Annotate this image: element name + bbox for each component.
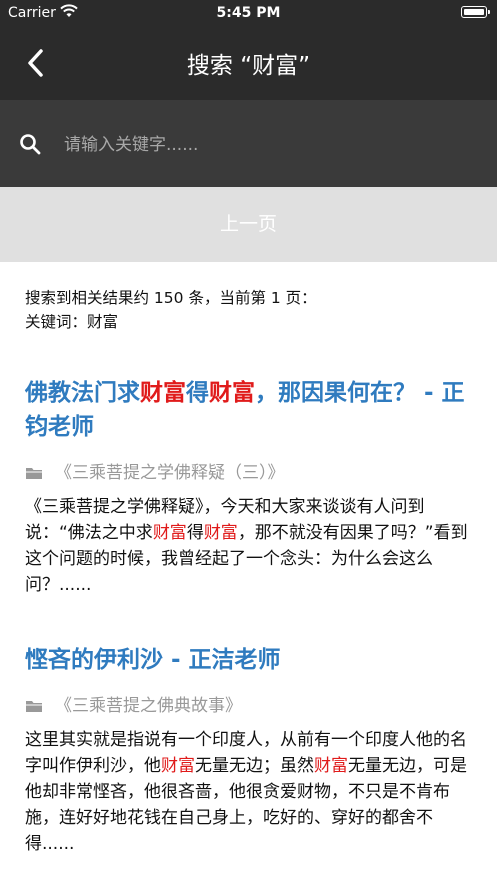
result-snippet: 这里其实就是指说有一个印度人，从前有一个印度人他的名字叫作伊利沙，他财富无量无边…: [25, 730, 467, 854]
source-label: 《三乘菩提之学佛释疑（三）》: [55, 463, 285, 483]
search-input[interactable]: [62, 126, 466, 164]
page-title: 搜索 “财富”: [186, 53, 311, 79]
status-bar: Carrier 5:45 PM: [0, 0, 497, 26]
search-result: 佛教法门求财富得财富，那因果何在？ - 正钧老师 《三乘菩提之学佛释疑（三）》 …: [25, 376, 472, 598]
folder-icon: [26, 468, 42, 479]
result-source[interactable]: 《三乘菩提之学佛释疑（三）》: [25, 461, 472, 485]
folder-icon: [26, 701, 42, 712]
search-icon: [20, 134, 41, 155]
keyword-text: 关键词：财富: [25, 313, 119, 331]
result-snippet: 《三乘菩提之学佛释疑》，今天和大家来谈谈有人问到说：“佛法之中求财富得财富，那不…: [25, 497, 468, 595]
prev-page-button[interactable]: 上一页: [0, 187, 497, 262]
search-bar: [0, 100, 497, 187]
battery-icon: [461, 6, 490, 18]
source-label: 《三乘菩提之佛典故事》: [55, 696, 242, 716]
nav-bar: 搜索 “财富”: [0, 26, 497, 100]
result-title-link[interactable]: 悭吝的伊利沙 - 正洁老师: [25, 643, 472, 677]
search-result: 悭吝的伊利沙 - 正洁老师 《三乘菩提之佛典故事》 这里其实就是指说有一个印度人…: [25, 643, 472, 857]
result-title-link[interactable]: 佛教法门求财富得财富，那因果何在？ - 正钧老师: [25, 376, 472, 444]
result-summary: 搜索到相关结果约 150 条，当前第 1 页： 关键词：财富: [25, 286, 317, 334]
clock: 5:45 PM: [216, 5, 281, 21]
result-source[interactable]: 《三乘菩提之佛典故事》: [25, 694, 472, 718]
result-count-text: 搜索到相关结果约 150 条，当前第 1 页：: [25, 289, 317, 307]
